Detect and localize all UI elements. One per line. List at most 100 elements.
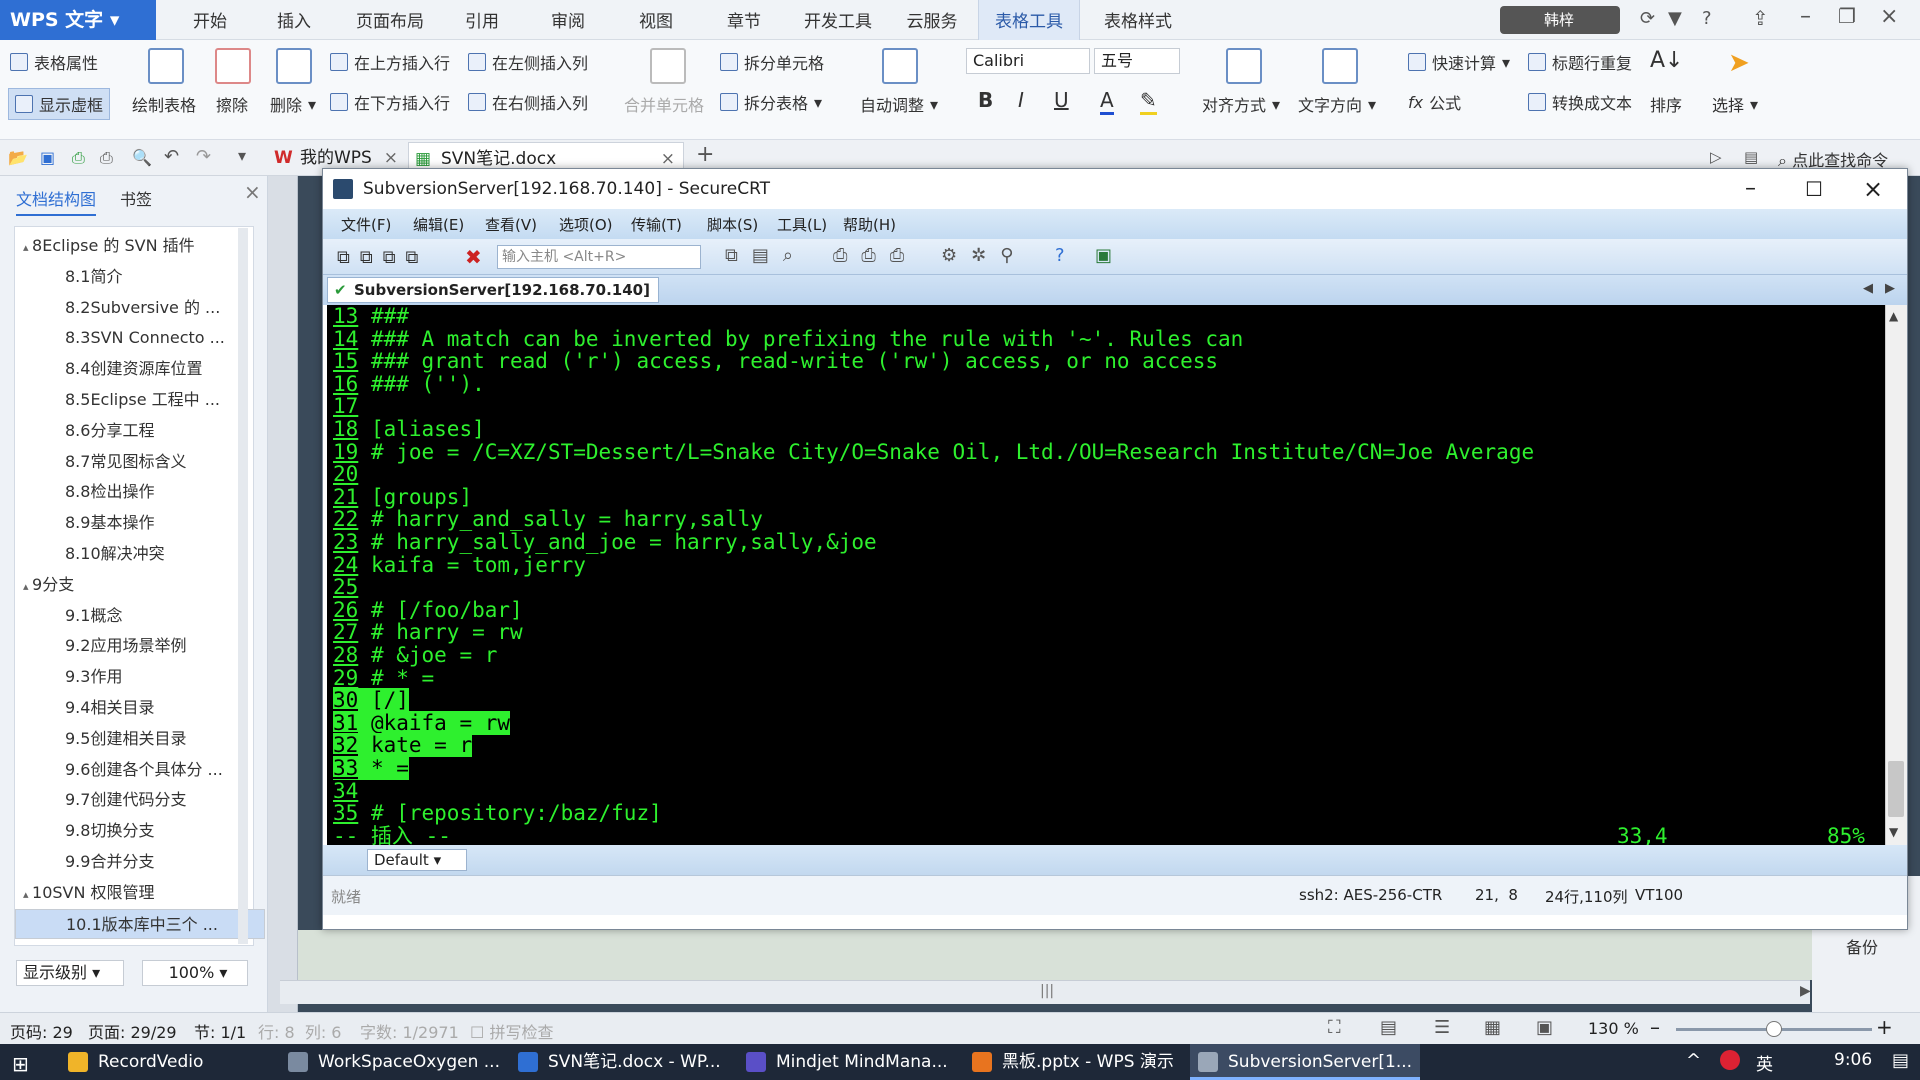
share-icon[interactable]: ▷ [1710, 148, 1722, 166]
web-view-icon[interactable]: ▦ [1484, 1017, 1501, 1038]
terminal-scrollbar[interactable]: ▲ ▼ [1885, 305, 1907, 845]
save-icon[interactable]: ▣ [40, 148, 55, 167]
taskbar-item[interactable]: Mindjet MindMana... [738, 1044, 956, 1080]
expand-toggle-icon[interactable]: ▴ [23, 888, 32, 901]
minimize-icon[interactable]: – [1745, 169, 1756, 209]
font-color-icon[interactable]: A [1100, 88, 1114, 115]
nav-scrollbar[interactable] [238, 228, 248, 944]
close-icon[interactable]: × [1863, 169, 1883, 209]
status-spell-check[interactable]: ☐ 拼写检查 [470, 1019, 553, 1043]
split-cells-button[interactable]: 拆分单元格 [720, 50, 824, 74]
clock[interactable]: 9:06 [1834, 1050, 1872, 1070]
quick-connect-input[interactable]: 输入主机 <Alt+R> [497, 245, 701, 269]
nav-item[interactable]: 9.7创建代码分支 [15, 785, 265, 815]
nav-item[interactable]: 9.5创建相关目录 [15, 724, 265, 754]
italic-icon[interactable]: I [1018, 88, 1024, 112]
erase-button[interactable]: 擦除 [216, 92, 248, 116]
new-tab-icon[interactable]: + [696, 142, 714, 167]
disconnect-icon[interactable]: ✖ [465, 245, 482, 269]
crt-menu-item[interactable]: 查看(V) [485, 214, 537, 235]
backup-button[interactable]: 备份 [1846, 934, 1878, 958]
quick-calc-button[interactable]: 快速计算 ▾ [1408, 50, 1510, 74]
print-icons[interactable]: ⎙⎙⎙ [833, 245, 918, 266]
expand-toggle-icon[interactable]: ▴ [23, 580, 32, 593]
draw-table-button[interactable]: 绘制表格 [132, 92, 196, 116]
tab-table-style[interactable]: 表格样式 [1090, 0, 1186, 40]
page-view-icon[interactable]: ▤ [1380, 1017, 1397, 1038]
convert-text-button[interactable]: 转换成文本 [1528, 90, 1632, 114]
tab-page-layout[interactable]: 页面布局 [346, 0, 434, 40]
crt-menu-item[interactable]: 帮助(H) [843, 214, 896, 235]
nav-item[interactable]: 9.4相关目录 [15, 693, 265, 723]
nav-item[interactable]: 9.3作用 [15, 662, 265, 692]
open-folder-icon[interactable]: 📂 [8, 148, 28, 167]
scroll-thumb[interactable] [1888, 761, 1904, 817]
tab-cloud[interactable]: 云服务 [896, 0, 968, 40]
close-icon[interactable]: × [1880, 4, 1898, 29]
zoom-slider-thumb[interactable] [1766, 1021, 1782, 1037]
help-icon[interactable]: ? [1702, 8, 1712, 29]
insert-col-left-button[interactable]: 在左侧插入列 [468, 50, 588, 74]
nav-item[interactable]: 8.8检出操作 [15, 477, 265, 507]
select-button[interactable]: 选择 ▾ [1712, 92, 1758, 116]
connect-icon[interactable]: ⧉⧉⧉⧉ [337, 247, 428, 268]
taskbar-item[interactable]: 黑板.pptx - WPS 演示 [964, 1044, 1182, 1080]
tab-view[interactable]: 视图 [628, 0, 684, 40]
redo-icon[interactable]: ↷ [196, 146, 211, 167]
tab-chapter[interactable]: 章节 [716, 0, 772, 40]
print-icon[interactable]: ⎙ [100, 148, 113, 168]
reading-mode-icon[interactable]: ▣ [1536, 1017, 1553, 1038]
help-icon[interactable]: ? [1055, 245, 1065, 266]
font-name-select[interactable]: Calibri [966, 48, 1090, 74]
scroll-down-icon[interactable]: ▼ [1889, 825, 1898, 839]
nav-item[interactable]: ▴ 10SVN 权限管理 [15, 878, 265, 908]
nav-item[interactable]: 9.2应用场景举例 [15, 631, 265, 661]
show-gridlines-button[interactable]: 显示虚框 [8, 88, 111, 120]
bold-icon[interactable]: B [978, 88, 993, 112]
notifications-icon[interactable]: ▤ [1892, 1050, 1909, 1071]
underline-icon[interactable]: U [1054, 88, 1069, 112]
copy-paste-find-icons[interactable]: ⧉▤⌕ [725, 245, 807, 266]
skin-icon[interactable]: ⟳ [1640, 8, 1655, 29]
align-button[interactable]: 对齐方式 ▾ [1202, 92, 1280, 116]
nav-item[interactable]: 9.6创建各个具体分 ... [15, 755, 265, 785]
user-account[interactable]: 韩梓 [1500, 6, 1620, 34]
insert-col-right-button[interactable]: 在右侧插入列 [468, 90, 588, 114]
nav-item[interactable]: 8.4创建资源库位置 [15, 354, 265, 384]
nav-item[interactable]: 9.9合并分支 [15, 847, 265, 877]
chevron-down-icon[interactable]: ▾ [238, 146, 246, 165]
font-size-select[interactable]: 五号 [1094, 48, 1180, 74]
nav-item[interactable]: 8.7常见图标含义 [15, 447, 265, 477]
nav-item[interactable]: 9.8切换分支 [15, 816, 265, 846]
nav-item[interactable]: 8.6分享工程 [15, 416, 265, 446]
insert-row-below-button[interactable]: 在下方插入行 [330, 90, 450, 114]
outline-view-icon[interactable]: ☰ [1434, 1017, 1450, 1038]
taskbar-item[interactable]: RecordVedio [60, 1044, 270, 1080]
document-hscroll[interactable]: ||| ▶ [280, 980, 1811, 1004]
table-properties-button[interactable]: 表格属性 [10, 50, 98, 74]
crt-menu-item[interactable]: 选项(O) [559, 214, 613, 235]
nav-item[interactable]: 10.1版本库中三个 ... [15, 908, 265, 939]
tab-review[interactable]: 审阅 [540, 0, 596, 40]
minimize-icon[interactable]: – [1800, 4, 1811, 29]
crt-menu-item[interactable]: 编辑(E) [413, 214, 464, 235]
crt-menu-item[interactable]: 脚本(S) [707, 214, 758, 235]
scroll-right-icon[interactable]: ▶ [1800, 983, 1811, 999]
nav-item[interactable]: 8.3SVN Connecto ... [15, 323, 265, 353]
tray-app-icon[interactable] [1720, 1050, 1740, 1070]
nav-item[interactable]: ▴ 8Eclipse 的 SVN 插件 [15, 231, 265, 261]
fullscreen-icon[interactable]: ⛶ [1328, 1017, 1341, 1038]
sort-button[interactable]: 排序 [1650, 92, 1682, 116]
tab-table-tools[interactable]: 表格工具 [978, 0, 1080, 40]
shirt-icon[interactable]: ▼ [1668, 8, 1682, 29]
wps-app-menu[interactable]: WPS 文字 ▾ [0, 0, 156, 40]
zoom-out-icon[interactable]: – [1650, 1015, 1660, 1039]
scroll-up-icon[interactable]: ▲ [1889, 309, 1898, 323]
nav-item[interactable]: 8.9基本操作 [15, 508, 265, 538]
crt-menu-item[interactable]: 文件(F) [341, 214, 391, 235]
message-icon[interactable]: ▤ [1744, 148, 1758, 166]
formula-button[interactable]: fx 公式 [1408, 90, 1461, 114]
nav-item[interactable]: 8.2Subversive 的 ... [15, 293, 265, 323]
nav-item[interactable]: 8.5Eclipse 工程中 ... [15, 385, 265, 415]
zoom-in-icon[interactable]: + [1876, 1015, 1893, 1039]
